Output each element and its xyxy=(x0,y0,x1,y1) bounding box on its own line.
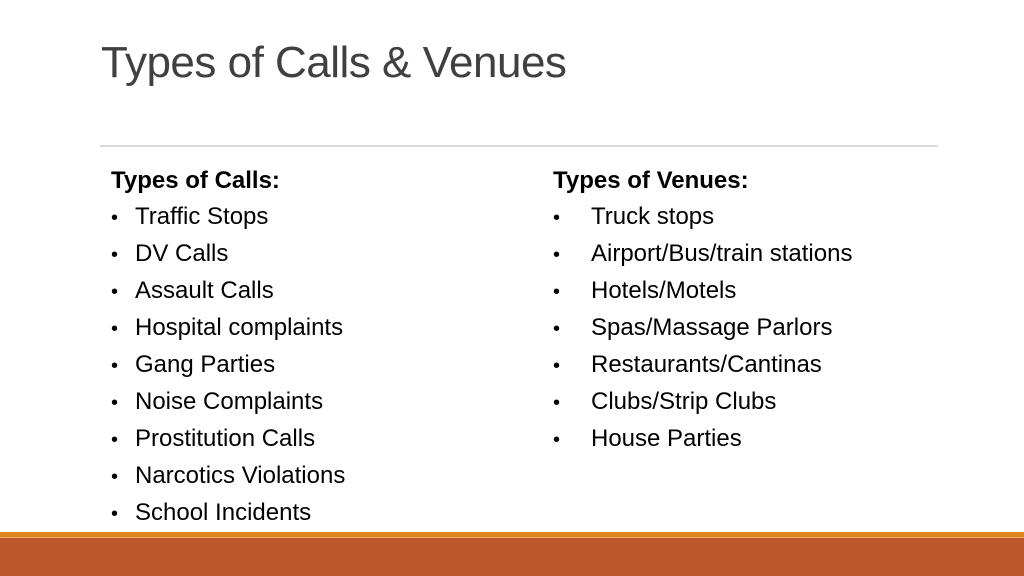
bullet-icon: • xyxy=(553,429,561,451)
bullet-icon: • xyxy=(553,244,561,266)
list-item: • Truck stops xyxy=(553,199,852,236)
title-divider xyxy=(100,145,938,147)
list-item: • Hotels/Motels xyxy=(553,273,852,310)
bullet-icon: • xyxy=(111,392,119,414)
list-item-text: DV Calls xyxy=(135,240,229,267)
slide-title: Types of Calls & Venues xyxy=(101,38,567,87)
list-item: • Spas/Massage Parlors xyxy=(553,310,852,347)
venues-column: Types of Venues: • Truck stops • Airport/B… xyxy=(553,163,852,458)
bullet-icon: • xyxy=(553,392,561,414)
list-item: • Airport/Bus/train stations xyxy=(553,236,852,273)
venues-heading: Types of Venues: xyxy=(553,167,749,194)
list-item: • School Incidents xyxy=(111,495,345,532)
list-item: • Assault Calls xyxy=(111,273,345,310)
bullet-icon: • xyxy=(111,281,119,303)
bullet-icon: • xyxy=(553,207,561,229)
list-item-text: Clubs/Strip Clubs xyxy=(591,388,777,415)
list-item: • Prostitution Calls xyxy=(111,421,345,458)
list-item-text: Hospital complaints xyxy=(135,314,344,341)
bullet-icon: • xyxy=(111,466,119,488)
bullet-icon: • xyxy=(553,281,561,303)
list-item-text: School Incidents xyxy=(135,499,312,526)
list-item: • House Parties xyxy=(553,421,852,458)
calls-column: Types of Calls: • Traffic Stops • DV Calls… xyxy=(111,163,345,532)
list-item-text: Narcotics Violations xyxy=(135,462,346,489)
bullet-icon: • xyxy=(111,318,119,340)
list-item-text: Airport/Bus/train stations xyxy=(591,240,853,267)
bullet-icon: • xyxy=(111,207,119,229)
list-item-text: Hotels/Motels xyxy=(591,277,737,304)
list-item: • DV Calls xyxy=(111,236,345,273)
list-item-text: Truck stops xyxy=(591,203,715,230)
list-item: • Narcotics Violations xyxy=(111,458,345,495)
list-item: • Noise Complaints xyxy=(111,384,345,421)
list-item-text: Traffic Stops xyxy=(135,203,269,230)
list-item-text: Spas/Massage Parlors xyxy=(591,314,833,341)
calls-heading: Types of Calls: xyxy=(111,167,280,194)
list-item: • Traffic Stops xyxy=(111,199,345,236)
list-item-text: Prostitution Calls xyxy=(135,425,316,452)
calls-list: • Traffic Stops • DV Calls • Assault Calls … xyxy=(111,199,345,532)
list-item: • Restaurants/Cantinas xyxy=(553,347,852,384)
list-item-text: Noise Complaints xyxy=(135,388,324,415)
list-item-text: Assault Calls xyxy=(135,277,274,304)
bullet-icon: • xyxy=(111,355,119,377)
bullet-icon: • xyxy=(111,244,119,266)
list-item: • Hospital complaints xyxy=(111,310,345,347)
bullet-icon: • xyxy=(553,355,561,377)
venues-list: • Truck stops • Airport/Bus/train stations… xyxy=(553,199,852,458)
list-item: • Gang Parties xyxy=(111,347,345,384)
list-item-text: Restaurants/Cantinas xyxy=(591,351,822,378)
list-item-text: House Parties xyxy=(591,425,742,452)
list-item-text: Gang Parties xyxy=(135,351,276,378)
bullet-icon: • xyxy=(111,503,119,525)
bullet-icon: • xyxy=(111,429,119,451)
bullet-icon: • xyxy=(553,318,561,340)
list-item: • Clubs/Strip Clubs xyxy=(553,384,852,421)
footer-bar xyxy=(0,538,1024,576)
